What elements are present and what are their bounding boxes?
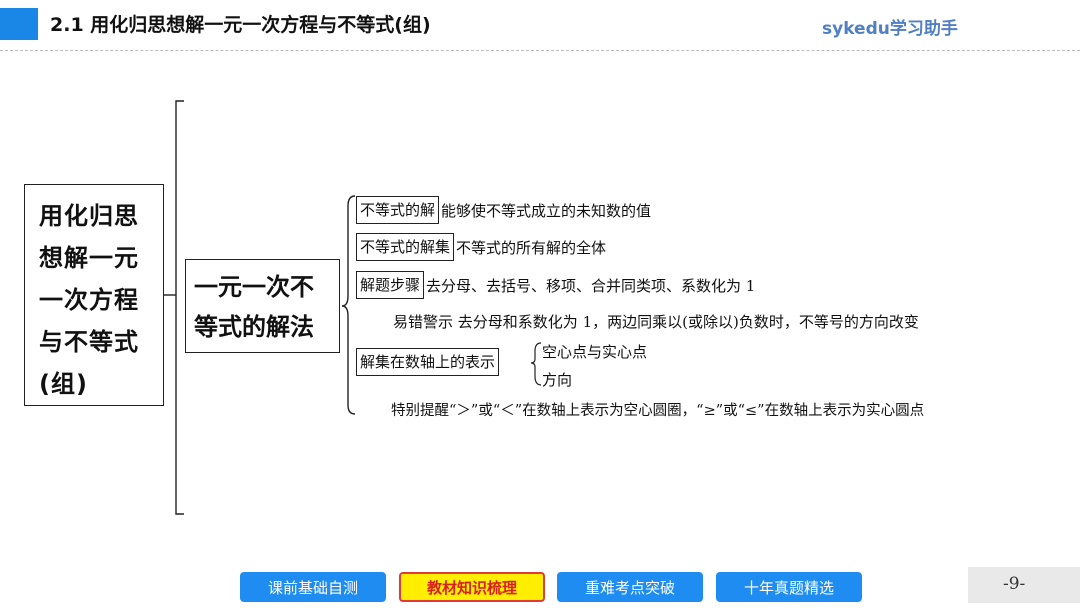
reminder-text: “＞”或“＜”在数轴上表示为空心圆圈，“≥”或“≤”在数轴上表示为实心圆点 (449, 403, 925, 419)
page-number: -9- (1003, 574, 1026, 594)
steps-label: 解题步骤 (356, 271, 425, 299)
nav-button-key-points[interactable]: 重难考点突破 (557, 572, 703, 602)
main-topic-text: 用化归思想解一元一次方程与不等式(组) (39, 202, 139, 398)
sub-topic-text: 一元一次不等式的解法 (194, 273, 314, 341)
main-topic-box: 用化归思想解一元一次方程与不等式(组) (24, 184, 164, 406)
solution-set-label: 不等式的解集 (356, 233, 455, 261)
row-number-line: 解集在数轴上的表示 (356, 348, 501, 376)
row-warning: 易错警示 去分母和系数化为 1，两边同乘以(或除以)负数时，不等号的方向改变 (393, 311, 919, 332)
main-brace (175, 100, 184, 515)
warning-text: 去分母和系数化为 1，两边同乘以(或除以)负数时，不等号的方向改变 (457, 313, 919, 331)
header-accent-bar (0, 8, 38, 40)
number-line-brace (530, 342, 542, 386)
solution-set-text: 不等式的所有解的全体 (456, 238, 607, 257)
number-line-label: 解集在数轴上的表示 (356, 348, 500, 376)
sub-topic-box: 一元一次不等式的解法 (185, 259, 340, 353)
row-solution-set: 不等式的解集 不等式的所有解的全体 (356, 233, 606, 261)
number-line-sub-item-2: 方向 (542, 371, 573, 389)
row-reminder: 特别提醒“＞”或“＜”在数轴上表示为空心圆圈，“≥”或“≤”在数轴上表示为实心圆… (391, 399, 924, 420)
warning-label: 易错警示 (393, 313, 454, 331)
sub-brace (341, 195, 356, 415)
solution-text: 能够使不等式成立的未知数的值 (441, 201, 652, 220)
number-line-sub-item-1: 空心点与实心点 (542, 343, 648, 361)
row-solution: 不等式的解 能够使不等式成立的未知数的值 (356, 196, 651, 224)
nav-button-past-exams[interactable]: 十年真题精选 (716, 572, 862, 602)
page-title: 2.1 用化归思想解一元一次方程与不等式(组) (50, 14, 431, 36)
nav-button-knowledge-review[interactable]: 教材知识梳理 (399, 572, 545, 602)
steps-text: 去分母、去括号、移项、合并同类项、系数化为 1 (426, 276, 756, 295)
solution-label: 不等式的解 (356, 196, 440, 224)
reminder-label: 特别提醒 (391, 403, 449, 419)
row-steps: 解题步骤 去分母、去括号、移项、合并同类项、系数化为 1 (356, 271, 755, 299)
brand-logo-text: sykedu学习助手 (822, 19, 958, 39)
header-divider (0, 50, 1080, 51)
nav-button-pre-test[interactable]: 课前基础自测 (240, 572, 386, 602)
